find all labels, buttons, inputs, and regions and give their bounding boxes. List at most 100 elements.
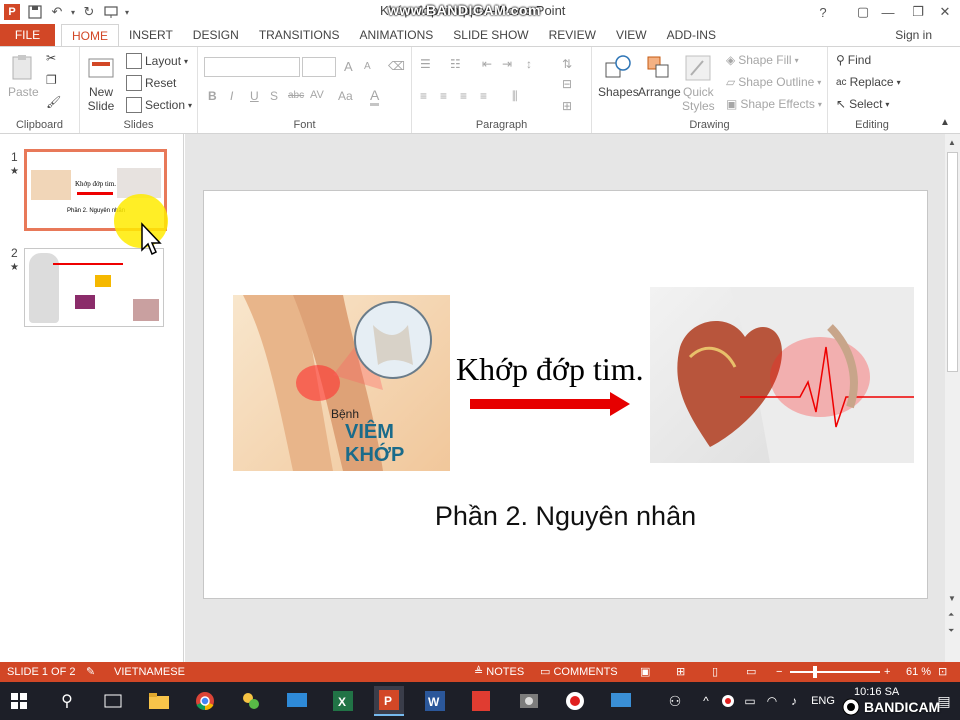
font-color-button[interactable]: A <box>370 87 380 106</box>
shape-outline-button[interactable]: ▱ Shape Outline ▾ <box>726 75 821 89</box>
clear-formatting-icon[interactable]: ⌫ <box>388 59 405 73</box>
network-icon[interactable]: ▭ <box>740 686 760 716</box>
slide-subtitle[interactable]: Phần 2. Nguyên nhân <box>204 501 927 532</box>
zoom-in-icon[interactable]: + <box>884 662 890 682</box>
normal-view-icon[interactable]: ▣ <box>640 662 650 682</box>
cut-icon[interactable]: ✂ <box>46 51 56 65</box>
format-painter-icon[interactable]: 🖌 <box>46 95 61 109</box>
restore-button[interactable]: ❐ <box>903 0 933 24</box>
undo-icon[interactable]: ↶ <box>46 1 68 23</box>
italic-button[interactable]: I <box>230 89 233 103</box>
redo-icon[interactable]: ↻ <box>78 1 100 23</box>
notes-button[interactable]: ≜ NOTES <box>474 662 524 682</box>
minimize-button[interactable]: — <box>873 0 903 24</box>
desktop-icon[interactable] <box>282 686 312 716</box>
right-arrow-shape[interactable] <box>470 391 630 417</box>
tab-add-ins[interactable]: ADD-INS <box>657 24 726 46</box>
columns-icon[interactable]: ⫼ <box>512 89 518 104</box>
tab-view[interactable]: VIEW <box>606 24 657 46</box>
remote-app-icon[interactable] <box>606 686 636 716</box>
smartart-icon[interactable]: ⊞ <box>562 99 572 113</box>
word-icon[interactable]: W <box>420 686 450 716</box>
tab-transitions[interactable]: TRANSITIONS <box>249 24 350 46</box>
shape-fill-button[interactable]: ◈ Shape Fill ▾ <box>726 53 799 67</box>
collapse-ribbon-icon[interactable]: ▲ <box>940 117 950 128</box>
scrollbar-thumb[interactable] <box>947 152 958 372</box>
bandicam-record-icon[interactable] <box>560 686 590 716</box>
knee-arthritis-image[interactable]: Bệnh VIÊM KHỚP <box>233 295 450 471</box>
next-slide-icon[interactable]: ⏷ <box>948 626 954 636</box>
reset-button[interactable]: Reset <box>126 75 176 91</box>
zoom-slider-thumb[interactable] <box>813 666 817 678</box>
text-direction-icon[interactable]: ⇅ <box>562 57 572 71</box>
justify-icon[interactable]: ≡ <box>480 89 487 103</box>
tab-design[interactable]: DESIGN <box>183 24 249 46</box>
task-view-icon[interactable] <box>98 686 128 716</box>
slide-thumbnail-2[interactable] <box>24 248 164 327</box>
bandicam-tray-icon[interactable] <box>718 686 738 716</box>
paste-button[interactable]: Paste <box>8 53 39 99</box>
character-spacing-button[interactable]: AV <box>310 89 324 101</box>
vertical-scrollbar[interactable]: ▲ ▼ ⏶ ⏷ <box>945 134 960 662</box>
copy-icon[interactable]: ❐ <box>46 73 57 87</box>
tab-file[interactable]: FILE <box>0 24 55 46</box>
layout-button[interactable]: Layout ▾ <box>126 53 188 69</box>
increase-indent-icon[interactable]: ⇥ <box>502 57 512 71</box>
tab-animations[interactable]: ANIMATIONS <box>349 24 443 46</box>
arrange-button[interactable]: Arrange <box>638 53 681 99</box>
slide-heading[interactable]: Khớp đớp tim. <box>456 351 644 388</box>
new-slide-button[interactable]: New Slide <box>86 53 116 113</box>
language-indicator[interactable]: VIETNAMESE <box>114 662 185 682</box>
excel-icon[interactable]: X <box>328 686 358 716</box>
strikethrough-button[interactable]: abc <box>288 90 304 101</box>
file-explorer-icon[interactable] <box>144 686 174 716</box>
reading-view-icon[interactable]: ▯ <box>712 662 718 682</box>
decrease-indent-icon[interactable]: ⇤ <box>482 57 492 71</box>
underline-button[interactable]: U <box>250 89 259 103</box>
app-icon[interactable] <box>236 686 266 716</box>
quick-styles-button[interactable]: Quick Styles <box>682 53 715 113</box>
tab-slide-show[interactable]: SLIDE SHOW <box>443 24 538 46</box>
start-from-beginning-icon[interactable] <box>100 1 122 23</box>
customize-toolbar-icon[interactable]: ▾ <box>122 1 132 23</box>
zoom-slider[interactable] <box>790 671 880 673</box>
line-spacing-icon[interactable]: ↕ <box>526 57 532 71</box>
slide-sorter-icon[interactable]: ⊞ <box>676 662 685 682</box>
tab-review[interactable]: REVIEW <box>539 24 606 46</box>
scroll-up-icon[interactable]: ▲ <box>948 138 956 147</box>
slide[interactable]: Bệnh VIÊM KHỚP Khớp đớp tim. Phần 2. Ngu… <box>203 190 928 599</box>
media-app-icon[interactable] <box>514 686 544 716</box>
grow-font-button[interactable]: A <box>344 59 353 74</box>
show-hidden-icons-icon[interactable]: ^ <box>696 686 716 716</box>
tab-home[interactable]: HOME <box>61 23 119 47</box>
volume-icon[interactable]: ♪ <box>784 686 804 716</box>
select-button[interactable]: ↖ Select ▾ <box>836 97 889 111</box>
powerpoint-taskbar-icon[interactable]: P <box>374 686 404 716</box>
align-text-icon[interactable]: ⊟ <box>562 77 572 91</box>
bullets-icon[interactable]: ☰ <box>420 57 431 71</box>
wifi-icon[interactable]: ◠ <box>762 686 782 716</box>
close-button[interactable]: ✕ <box>930 0 960 24</box>
pdf-icon[interactable] <box>466 686 496 716</box>
shapes-button[interactable]: Shapes <box>598 53 639 99</box>
slide-show-icon[interactable]: ▭ <box>746 662 756 682</box>
font-size-combo[interactable] <box>302 57 336 77</box>
shadow-button[interactable]: S <box>270 89 278 103</box>
bold-button[interactable]: B <box>208 89 217 103</box>
help-button[interactable]: ? <box>808 0 838 24</box>
windows-start-icon[interactable] <box>4 686 34 716</box>
save-icon[interactable] <box>24 1 46 23</box>
sign-in-link[interactable]: Sign in <box>895 28 932 42</box>
input-language[interactable]: ENG <box>810 686 836 716</box>
undo-dropdown-icon[interactable]: ▾ <box>68 1 78 23</box>
fit-slide-icon[interactable]: ⊡ <box>938 662 947 682</box>
spell-check-icon[interactable]: ✎ <box>86 662 95 682</box>
align-right-icon[interactable]: ≡ <box>460 89 467 103</box>
numbering-icon[interactable]: ☷ <box>450 57 461 71</box>
chrome-icon[interactable] <box>190 686 220 716</box>
heart-attack-image[interactable] <box>650 287 914 463</box>
find-button[interactable]: ⚲ Find <box>836 53 871 67</box>
align-left-icon[interactable]: ≡ <box>420 89 427 103</box>
align-center-icon[interactable]: ≡ <box>440 89 447 103</box>
zoom-out-icon[interactable]: − <box>776 662 782 682</box>
